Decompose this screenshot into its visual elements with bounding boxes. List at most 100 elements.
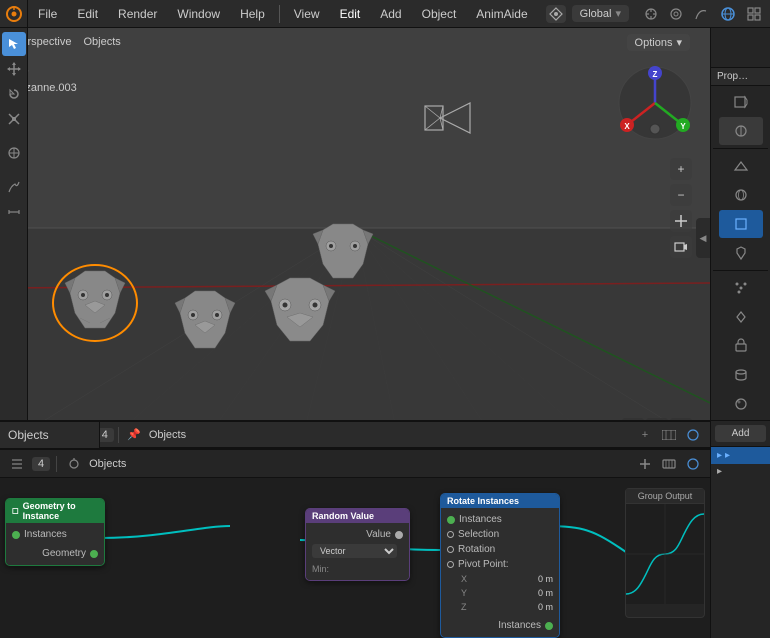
- node-number-badge: 4: [32, 457, 50, 471]
- node-ri-instances-label: Instances: [459, 514, 502, 525]
- props-data-icon[interactable]: [719, 361, 763, 389]
- curve-icon[interactable]: [689, 3, 713, 25]
- props-render-icon[interactable]: [719, 88, 763, 116]
- props-object-icon[interactable]: [719, 210, 763, 238]
- node-geometry-output-socket: [90, 550, 98, 558]
- menu-render[interactable]: Render: [108, 0, 167, 27]
- viewport-3d[interactable]: Perspective Objects ctive | Suzanne.003 …: [0, 28, 710, 448]
- annotate-tool-button[interactable]: [2, 175, 26, 199]
- layout-icon[interactable]: [742, 3, 766, 25]
- node-min-label: Min:: [312, 564, 329, 574]
- proportional-svg: [669, 7, 683, 21]
- viewport-collapse-arrow[interactable]: ◀: [696, 218, 710, 258]
- node-slot-button[interactable]: [658, 453, 680, 475]
- global-dropdown[interactable]: Global ▾: [572, 5, 629, 22]
- node-slot-tool[interactable]: [658, 424, 680, 446]
- blender-logo-icon: [5, 5, 23, 23]
- menu-select[interactable]: Edit: [330, 0, 371, 27]
- node-editor[interactable]: 4 Objects: [0, 448, 710, 638]
- props-modifier-icon[interactable]: [719, 239, 763, 267]
- props-output-icon[interactable]: [719, 117, 763, 145]
- output-curve-header: Group Output: [626, 489, 704, 504]
- snap-icon[interactable]: [639, 3, 663, 25]
- grid-floor-svg: [0, 28, 710, 448]
- props-particles-icon[interactable]: [719, 274, 763, 302]
- node-pivot-x-label: X: [461, 574, 467, 584]
- cursor-tool-button[interactable]: [2, 32, 26, 56]
- props-constraints-icon[interactable]: [719, 332, 763, 360]
- output-curve-panel: Group Output: [625, 488, 705, 618]
- node-ri-pivot-label: Pivot Point:: [458, 559, 509, 570]
- objects-header: Objects: [0, 420, 100, 448]
- props-physics-icon[interactable]: [719, 303, 763, 331]
- node-ri-selection-label: Selection: [458, 529, 499, 540]
- transform-icon: [548, 6, 564, 22]
- svg-text:Y: Y: [680, 122, 686, 131]
- toolbar-separator-1: [13, 132, 14, 140]
- node-rotate-instances-title: Rotate Instances: [447, 496, 519, 506]
- node-value-label: Value: [366, 529, 391, 540]
- viewport-overlay-tools: + −: [670, 158, 692, 258]
- node-area[interactable]: Geometry to Instance Instances Geometry …: [0, 478, 710, 638]
- node-pivot-y-label: Y: [461, 588, 467, 598]
- snap-svg: [644, 7, 658, 21]
- menu-view[interactable]: View: [284, 0, 330, 27]
- menu-file[interactable]: File: [28, 0, 67, 27]
- node-geometry-to-instance[interactable]: Geometry to Instance Instances Geometry: [5, 498, 105, 566]
- node-topbar-sep: [56, 456, 57, 472]
- rotate-tool-button[interactable]: [2, 82, 26, 106]
- props-add-area: Add: [711, 421, 770, 447]
- node-rotate-instances[interactable]: Rotate Instances Instances Selection Rot…: [440, 493, 560, 638]
- add-modifier-button[interactable]: Add: [715, 425, 766, 442]
- move-tool-button[interactable]: [2, 57, 26, 81]
- node-menu-view[interactable]: [6, 453, 28, 475]
- node-vector-dropdown[interactable]: Vector: [312, 544, 397, 558]
- node-ri-pivot-socket: [446, 560, 456, 570]
- active-modifier-item[interactable]: ▸ ▸: [711, 447, 770, 464]
- node-objects-label: Objects: [149, 429, 186, 441]
- viewport-obj-type-label[interactable]: Objects: [77, 34, 126, 50]
- node-pin-icon[interactable]: 📌: [123, 424, 145, 446]
- gizmo-svg: Z X Y: [615, 63, 695, 143]
- node-random-value[interactable]: Random Value Value Vector Min:: [305, 508, 410, 581]
- menu-edit[interactable]: Edit: [67, 0, 108, 27]
- node-add-button[interactable]: [634, 453, 656, 475]
- menu-window[interactable]: Window: [167, 0, 230, 27]
- node-ri-instances-socket: [447, 516, 455, 524]
- proportional-icon[interactable]: [664, 3, 688, 25]
- node-pivot-y-value: 0 m: [538, 588, 553, 598]
- objects-label: Objects: [8, 428, 49, 442]
- node-pivot-z-value: 0 m: [538, 602, 553, 612]
- zoom-out-button[interactable]: −: [670, 184, 692, 206]
- node-editor-topbar: 4 Objects: [0, 450, 710, 478]
- menu-help[interactable]: Help: [230, 0, 275, 27]
- props-material-icon[interactable]: [719, 390, 763, 418]
- node-ri-selection-socket: [446, 530, 456, 540]
- node-world-icon[interactable]: [682, 424, 704, 446]
- props-list-item-1[interactable]: ▸: [711, 464, 770, 479]
- zoom-in-button[interactable]: +: [670, 158, 692, 180]
- props-sep-2: [713, 270, 768, 271]
- node-pin-label: Objects: [89, 458, 126, 470]
- node-pin-button[interactable]: [63, 453, 85, 475]
- measure-tool-button[interactable]: [2, 200, 26, 224]
- menu-add[interactable]: Add: [370, 0, 411, 27]
- layout-svg: [746, 6, 762, 22]
- props-world-icon[interactable]: [719, 181, 763, 209]
- camera-view-button[interactable]: [670, 236, 692, 258]
- pan-button[interactable]: [670, 210, 692, 232]
- node-editor-mode-bar: Objects ≡ 4 📌 Objects +: [0, 420, 710, 448]
- node-add-tool[interactable]: +: [634, 424, 656, 446]
- node-world-button[interactable]: [682, 453, 704, 475]
- properties-icons-area: Prop…: [711, 68, 770, 421]
- scale-tool-button[interactable]: [2, 107, 26, 131]
- menu-object[interactable]: Object: [412, 0, 467, 27]
- props-scene-icon[interactable]: [719, 152, 763, 180]
- globe-svg: [720, 6, 736, 22]
- world-globe-icon[interactable]: [716, 3, 740, 25]
- menu-animaide[interactable]: AnimAide: [466, 0, 537, 27]
- properties-content: Add ▸ ▸ ▸: [711, 421, 770, 479]
- gizmo-area[interactable]: Z X Y: [615, 63, 695, 153]
- node-type-icon: [12, 507, 19, 515]
- transform-tool-button[interactable]: [2, 141, 26, 165]
